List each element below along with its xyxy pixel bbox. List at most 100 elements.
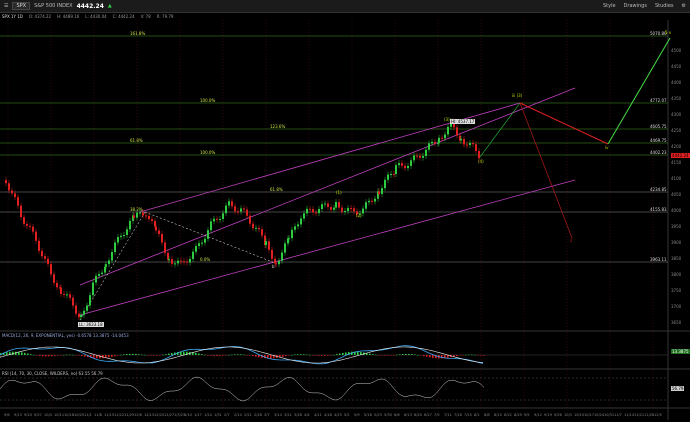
date-axis-label: 9/19: [544, 413, 552, 417]
candle-body: [63, 293, 65, 295]
date-axis-label: 12/27: [164, 413, 174, 417]
candle-body: [26, 223, 28, 226]
price-axis-label: 4500: [671, 48, 682, 53]
macd-histogram-bar: [483, 355, 485, 356]
candle-body: [145, 215, 147, 217]
macd-histogram-bar: [387, 355, 389, 356]
candle-body: [303, 213, 305, 219]
fib-pct-label: 161.8%: [130, 31, 145, 36]
macd-study-label[interactable]: MACD(12, 26, 9, EXPONENTIAL, yes) -0.657…: [2, 333, 129, 338]
date-axis-label: 9/6: [4, 413, 10, 417]
macd-histogram-bar: [471, 354, 473, 356]
date-axis-label: 6/6: [394, 413, 400, 417]
fib-price-label: 3963.11: [650, 257, 667, 262]
fib-pct-label: 61.8%: [130, 138, 143, 143]
rsi-study-label[interactable]: RSI (14, 70, 30, CLOSE, WILDERS, no) 63.…: [2, 371, 103, 376]
candle-body: [50, 264, 52, 275]
candle-body: [246, 209, 248, 216]
price-axis-label: 4150: [671, 160, 682, 165]
candle-body: [129, 220, 131, 230]
macd-histogram-bar: [102, 355, 104, 359]
symbol-input[interactable]: SPX: [12, 2, 31, 10]
menu-icon[interactable]: ☰: [4, 3, 8, 9]
price-chart[interactable]: 161.8% 5070.80100.0% 4772.07123.6% 4605.756…: [0, 0, 690, 422]
macd-histogram-bar: [396, 354, 398, 356]
candle-body: [321, 204, 323, 209]
macd-histogram-bar: [288, 355, 290, 356]
candle-body: [80, 314, 82, 318]
gear-icon[interactable]: ⚙: [682, 3, 686, 9]
candle-body: [365, 202, 367, 209]
candle-body: [108, 260, 110, 265]
macd-histogram-bar: [222, 355, 224, 356]
macd-histogram-bar: [27, 353, 29, 355]
candle-body: [72, 297, 74, 306]
candle-body: [59, 287, 61, 289]
candle-body: [278, 260, 280, 265]
macd-histogram-bar: [246, 355, 248, 356]
chart-toolbar: ☰ SPX S&P 500 INDEX 4442.24 ▲ Style Draw…: [0, 0, 690, 13]
macd-histogram-bar: [87, 355, 89, 358]
macd-histogram-bar: [195, 352, 197, 355]
candle-body: [225, 205, 227, 214]
candle-body: [44, 256, 46, 259]
candle-body: [338, 201, 340, 208]
date-axis-label: 11/14: [624, 413, 635, 417]
macd-histogram-bar: [237, 354, 239, 355]
candle-body: [441, 137, 443, 139]
candle-body: [422, 155, 424, 158]
date-axis-label: 3/14: [274, 413, 283, 417]
candle-body: [240, 208, 242, 212]
macd-histogram-bar: [447, 355, 449, 358]
macd-histogram-bar: [273, 355, 275, 359]
candle-body: [306, 208, 308, 214]
candle-body: [142, 212, 144, 216]
price-axis-label: 4100: [671, 176, 682, 181]
macd-histogram-bar: [216, 355, 218, 356]
fib-price-label: 4469.75: [650, 138, 667, 143]
date-axis-label: 2/21: [244, 413, 252, 417]
candle-body: [466, 144, 468, 146]
macd-histogram-bar: [63, 354, 65, 356]
candle-body: [53, 274, 55, 283]
rsi-line: [0, 376, 485, 402]
studies-button[interactable]: Studies: [655, 3, 674, 9]
candle-body: [101, 272, 103, 275]
date-axis-label: 6/13: [404, 413, 412, 417]
macd-histogram-bar: [6, 352, 8, 355]
candle-body: [318, 208, 320, 214]
candle-body: [265, 241, 267, 246]
macd-histogram-bar: [270, 355, 272, 359]
macd-histogram-bar: [156, 355, 158, 356]
date-axis-label: 4/4: [304, 413, 310, 417]
wave-label-iv: iv: [605, 145, 609, 150]
candle-body: [213, 218, 215, 222]
candle-body: [438, 137, 440, 143]
candle-body: [216, 218, 218, 220]
macd-histogram-bar: [465, 354, 467, 356]
date-axis-label: 7/11: [444, 413, 452, 417]
macd-histogram-bar: [15, 351, 17, 355]
macd-histogram-bar: [414, 354, 416, 355]
fib-pct-label: 100.0%: [200, 98, 215, 103]
date-axis-label: 12/6: [134, 413, 142, 417]
candle-body: [284, 243, 286, 253]
style-button[interactable]: Style: [603, 3, 616, 9]
date-axis-label: 11/22: [114, 413, 124, 417]
candle-body: [460, 139, 462, 141]
drawings-button[interactable]: Drawings: [624, 3, 647, 9]
macd-histogram-bar: [33, 354, 35, 356]
date-axis-label: 9/5: [524, 413, 530, 417]
candle-body: [300, 218, 302, 225]
macd-histogram-bar: [393, 355, 395, 356]
ohlc-info-bar: SPX 1Y 1D O: 4374.22 H: 4489.16 L: 4430.…: [0, 13, 690, 20]
macd-histogram-bar: [60, 355, 62, 356]
macd-histogram-bar: [159, 355, 161, 356]
fib-price-label: 4234.85: [650, 187, 667, 192]
date-axis-label: 6/27: [424, 413, 432, 417]
macd-histogram-bar: [294, 354, 296, 356]
macd-histogram-bar: [438, 355, 440, 359]
macd-histogram-bar: [417, 354, 419, 356]
candle-body: [222, 213, 224, 219]
price-axis-label: 3650: [671, 320, 682, 325]
